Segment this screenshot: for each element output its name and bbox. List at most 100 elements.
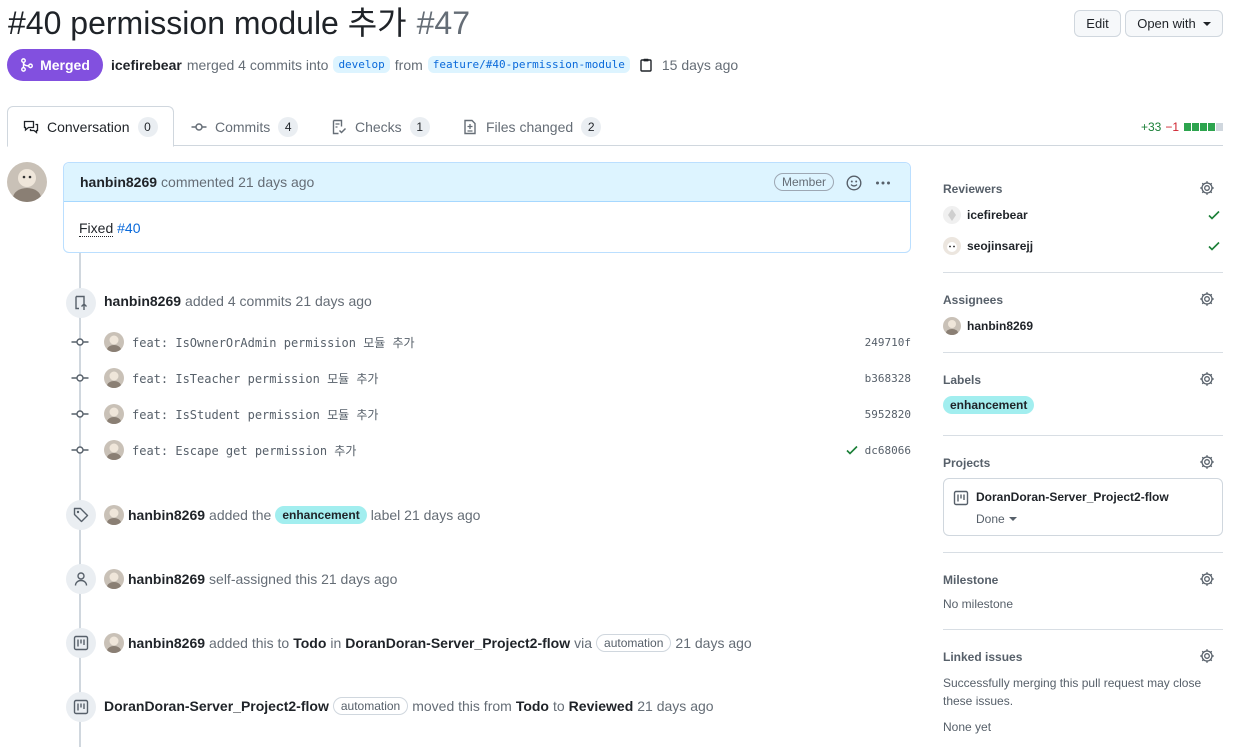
open-with-button[interactable]: Open with <box>1125 10 1223 37</box>
tab-commits[interactable]: Commits 4 <box>191 107 299 147</box>
commit-icon <box>191 123 207 131</box>
check-icon[interactable] <box>845 443 859 460</box>
from-text: from <box>394 56 423 73</box>
issue-link[interactable]: #40 <box>117 220 140 236</box>
merger-name[interactable]: icefirebear <box>111 57 182 73</box>
tab-files-changed-label: Files changed <box>486 119 574 135</box>
assignee-row[interactable]: hanbin8269 <box>943 317 1223 335</box>
gear-icon[interactable] <box>1199 371 1215 390</box>
commit-row[interactable]: feat: Escape get permission 추가 dc68066 <box>70 440 911 460</box>
diffstat-block <box>1200 123 1207 131</box>
gear-icon[interactable] <box>1199 454 1215 473</box>
reviewer-row[interactable]: icefirebear <box>943 206 1223 224</box>
pr-number: #47 <box>416 5 471 41</box>
comment-discussion-icon <box>23 120 39 134</box>
project-event-column: Todo <box>293 635 327 651</box>
tab-checks[interactable]: Checks 1 <box>331 107 430 147</box>
gear-icon[interactable] <box>1199 291 1215 310</box>
diff-deletions: −1 <box>1165 120 1179 134</box>
gear-icon[interactable] <box>1199 648 1215 667</box>
tab-commits-counter: 4 <box>278 117 299 137</box>
avatar[interactable] <box>104 633 124 653</box>
commit-icon <box>70 444 90 456</box>
divider <box>943 552 1223 553</box>
diffstat-block <box>1192 123 1199 131</box>
gear-icon[interactable] <box>1199 571 1215 590</box>
avatar[interactable] <box>104 505 124 525</box>
commit-message[interactable]: feat: IsOwnerOrAdmin permission 모듈 추가 <box>132 334 415 351</box>
commit-sha[interactable]: 249710f <box>865 336 911 349</box>
commit-message[interactable]: feat: IsStudent permission 모듈 추가 <box>132 406 378 423</box>
diffstat-block <box>1216 123 1223 131</box>
project-card[interactable]: DoranDoran-Server_Project2-flow Done <box>943 478 1223 536</box>
avatar[interactable] <box>104 404 124 424</box>
kebab-menu-icon[interactable] <box>875 175 891 194</box>
project-event-time: 21 days ago <box>675 635 752 651</box>
base-branch[interactable]: develop <box>333 56 390 73</box>
commit-row[interactable]: feat: IsStudent permission 모듈 추가 5952820 <box>70 404 911 424</box>
merged-status-badge: Merged <box>7 49 103 81</box>
comment-header: hanbin8269 commented 21 days ago Member <box>64 163 910 202</box>
linked-issues-title: Linked issues <box>943 650 1023 664</box>
commit-row[interactable]: feat: IsOwnerOrAdmin permission 모듈 추가 249… <box>70 332 911 352</box>
project-name[interactable]: DoranDoran-Server_Project2-flow <box>976 490 1169 504</box>
milestone-value: No milestone <box>943 597 1014 611</box>
assign-event-text: self-assigned this 21 days ago <box>209 571 398 587</box>
assign-event-author[interactable]: hanbin8269 <box>128 571 205 587</box>
tab-files-changed[interactable]: Files changed 2 <box>462 107 602 147</box>
avatar[interactable] <box>104 332 124 352</box>
project-status-dropdown[interactable]: Done <box>976 512 1017 526</box>
assign-event: hanbin8269 self-assigned this 21 days ag… <box>104 569 397 589</box>
copy-icon[interactable] <box>640 58 652 72</box>
edit-button[interactable]: Edit <box>1074 10 1121 37</box>
avatar[interactable] <box>104 368 124 388</box>
diffstat: +33 −1 <box>1141 120 1223 134</box>
automation-badge: automation <box>596 634 672 652</box>
avatar[interactable] <box>7 162 47 202</box>
divider <box>943 272 1223 273</box>
open-with-label: Open with <box>1137 16 1196 31</box>
tab-conversation-counter: 0 <box>137 116 158 137</box>
tab-checks-label: Checks <box>355 119 402 135</box>
avatar[interactable] <box>104 569 124 589</box>
project-event-project[interactable]: DoranDoran-Server_Project2-flow <box>345 635 570 651</box>
avatar[interactable] <box>104 440 124 460</box>
divider <box>943 629 1223 630</box>
reviewers-title: Reviewers <box>943 182 1003 196</box>
merge-time: 15 days ago <box>661 56 739 73</box>
head-branch[interactable]: feature/#40-permission-module <box>427 56 630 73</box>
enhancement-label[interactable]: enhancement <box>943 396 1035 414</box>
reviewer-row[interactable]: seojinsarejj <box>943 237 1223 255</box>
project-icon <box>953 490 969 509</box>
comment-author[interactable]: hanbin8269 <box>80 174 157 190</box>
commit-sha[interactable]: 5952820 <box>865 408 911 421</box>
commits-event-detail: added 4 commits 21 days ago <box>185 293 372 309</box>
commit-message[interactable]: feat: IsTeacher permission 모듈 추가 <box>132 370 378 387</box>
enhancement-label[interactable]: enhancement <box>275 506 367 524</box>
move-event-project[interactable]: DoranDoran-Server_Project2-flow <box>104 698 329 714</box>
merge-meta: icefirebear merged 4 commits into develo… <box>111 56 738 73</box>
commit-sha[interactable]: b368328 <box>865 372 911 385</box>
commits-event-author[interactable]: hanbin8269 <box>104 293 181 309</box>
sidebar-label-list: enhancement <box>943 396 1035 414</box>
gear-icon[interactable] <box>1199 180 1215 199</box>
smiley-icon[interactable] <box>846 175 862 194</box>
label-event: hanbin8269 added the enhancement label 2… <box>104 505 480 525</box>
reviewer-name: seojinsarejj <box>967 239 1034 253</box>
check-icon <box>1207 239 1221 256</box>
move-event: DoranDoran-Server_Project2-flow automati… <box>104 697 714 715</box>
commit-icon <box>70 408 90 420</box>
project-event-author[interactable]: hanbin8269 <box>128 635 205 651</box>
repo-push-icon <box>66 288 96 318</box>
diffstat-block <box>1184 123 1191 131</box>
label-event-author[interactable]: hanbin8269 <box>128 507 205 523</box>
divider <box>943 352 1223 353</box>
commit-row[interactable]: feat: IsTeacher permission 모듈 추가 b368328 <box>70 368 911 388</box>
tab-conversation[interactable]: Conversation 0 <box>7 106 174 147</box>
file-diff-icon <box>464 119 476 135</box>
pr-title-text: #40 permission module 추가 <box>8 5 407 41</box>
project-event: hanbin8269 added this to Todo in DoranDo… <box>104 633 752 653</box>
commit-message[interactable]: feat: Escape get permission 추가 <box>132 442 356 459</box>
milestone-title: Milestone <box>943 573 999 587</box>
commit-sha[interactable]: dc68066 <box>865 444 911 457</box>
